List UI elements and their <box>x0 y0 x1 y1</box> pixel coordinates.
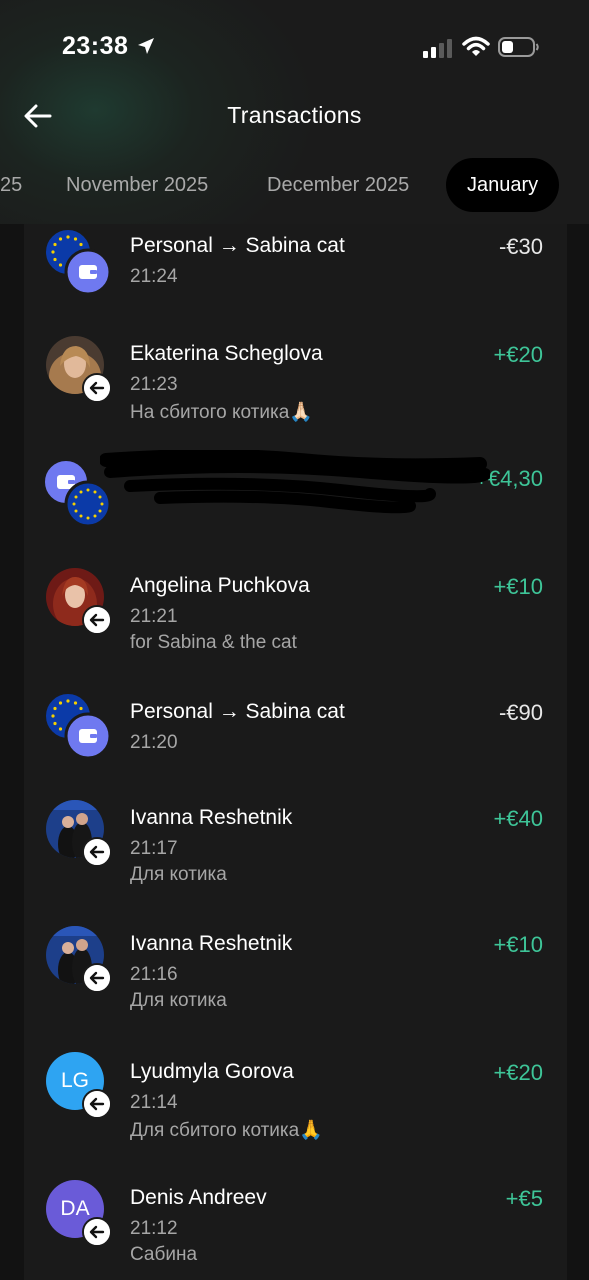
wallet-eu-flag-icon <box>44 458 112 528</box>
incoming-arrow-icon <box>82 605 112 635</box>
location-arrow-icon <box>138 38 154 54</box>
redaction-scribble <box>100 450 490 514</box>
tab-january[interactable]: January <box>446 158 560 212</box>
transaction-time: 21:17 <box>130 838 178 859</box>
contact-avatar: LG <box>44 1052 112 1119</box>
incoming-arrow-icon <box>82 373 112 403</box>
transaction-row[interactable]: Angelina Puchkova 21:21 for Sabina & the… <box>24 566 567 676</box>
incoming-arrow-icon <box>82 837 112 867</box>
incoming-arrow-icon <box>82 1089 112 1119</box>
status-time: 23:38 <box>62 32 129 60</box>
transaction-note: Для сбитого котика🙏 <box>130 1120 323 1141</box>
transaction-note: Для котика <box>130 990 227 1011</box>
transaction-time: 21:20 <box>130 732 178 753</box>
transaction-row[interactable]: Ivanna Reshetnik 21:17 Для котика +€40 <box>24 798 567 908</box>
page-title: Transactions <box>227 102 362 128</box>
tab-november-2025[interactable]: November 2025 <box>66 158 208 212</box>
contact-avatar <box>44 568 112 635</box>
transactions-list: Personal → Sabina cat 21:24 -€30 Ekateri… <box>24 224 567 1280</box>
transaction-time: 21:23 <box>130 374 178 395</box>
status-bar: 23:38 <box>0 0 589 90</box>
transaction-amount: +€10 <box>493 932 543 957</box>
incoming-arrow-icon <box>82 1217 112 1247</box>
transaction-amount: -€90 <box>498 700 543 725</box>
contact-avatar <box>44 800 112 867</box>
transaction-time: 21:12 <box>130 1218 178 1239</box>
transaction-amount: +€20 <box>493 1060 543 1085</box>
transaction-name: Personal → Sabina cat <box>130 234 345 257</box>
transaction-amount: +€5 <box>505 1186 543 1211</box>
transaction-name: Lyudmyla Gorova <box>130 1060 294 1083</box>
transaction-time: 21:14 <box>130 1092 178 1113</box>
transaction-row[interactable]: Ekaterina Scheglova 21:23 На сбитого кот… <box>24 334 567 444</box>
transaction-note: Сабина <box>130 1244 198 1265</box>
header: Transactions <box>0 90 589 150</box>
transaction-row[interactable]: Ivanna Reshetnik 21:16 Для котика +€10 <box>24 924 567 1034</box>
wifi-icon <box>462 36 490 56</box>
eu-flag-wallet-icon <box>44 692 112 760</box>
transaction-amount: +€10 <box>493 574 543 599</box>
contact-avatar <box>44 926 112 993</box>
cellular-signal-icon <box>423 39 452 58</box>
contact-avatar: DA <box>44 1180 112 1247</box>
tab-december-2025[interactable]: December 2025 <box>267 158 409 212</box>
transaction-row[interactable]: DA Denis Andreev 21:12 Сабина +€5 <box>24 1178 567 1278</box>
transaction-amount: +€40 <box>493 806 543 831</box>
eu-flag-wallet-icon <box>44 228 112 296</box>
transaction-note: for Sabina & the cat <box>130 632 297 653</box>
transaction-row[interactable]: Personal → Sabina cat 21:20 -€90 <box>24 692 567 792</box>
contact-avatar <box>44 336 112 403</box>
transaction-row[interactable]: LG Lyudmyla Gorova 21:14 Для сбитого кот… <box>24 1052 567 1162</box>
transaction-name: Angelina Puchkova <box>130 574 310 597</box>
transaction-name: Denis Andreev <box>130 1186 267 1209</box>
transaction-note: Для котика <box>130 864 227 885</box>
month-tabs: 25 November 2025 December 2025 January <box>0 158 589 214</box>
transaction-amount: +€20 <box>493 342 543 367</box>
transaction-name: Personal → Sabina cat <box>130 700 345 723</box>
transaction-name: Ivanna Reshetnik <box>130 932 293 955</box>
transaction-time: 21:21 <box>130 606 178 627</box>
transaction-time: 21:16 <box>130 964 178 985</box>
transaction-note: На сбитого котика🙏🏻 <box>130 402 313 423</box>
top-area: 23:38 Transactions 25 November 2025 Dece… <box>0 0 589 224</box>
incoming-arrow-icon <box>82 963 112 993</box>
transaction-name: Ivanna Reshetnik <box>130 806 293 829</box>
transaction-name: Ekaterina Scheglova <box>130 342 323 365</box>
tab-previous-month-partial[interactable]: 25 <box>0 158 22 212</box>
transaction-amount: -€30 <box>498 234 543 259</box>
battery-icon <box>498 37 539 57</box>
transaction-time: 21:24 <box>130 266 178 287</box>
transaction-row[interactable]: Personal → Sabina cat 21:24 -€30 <box>24 226 567 326</box>
